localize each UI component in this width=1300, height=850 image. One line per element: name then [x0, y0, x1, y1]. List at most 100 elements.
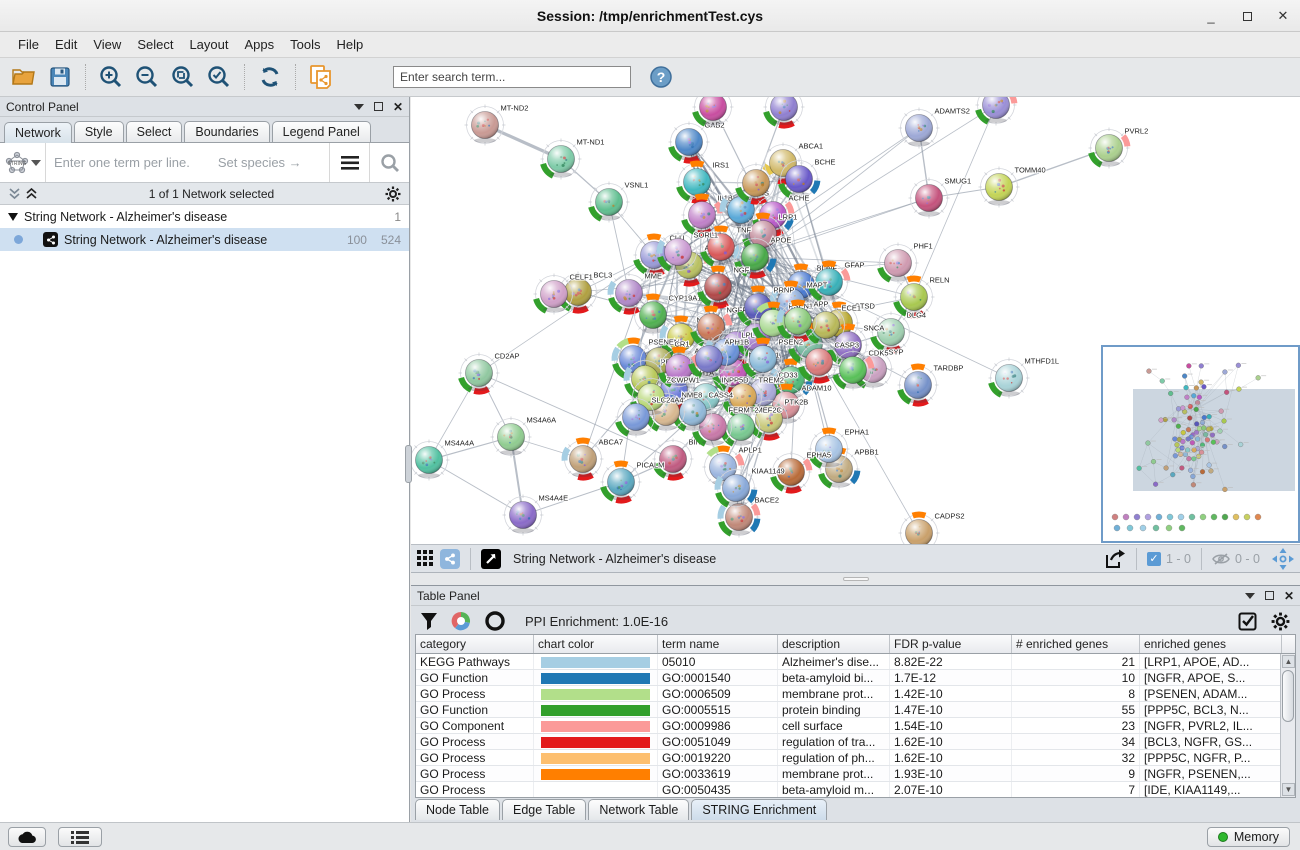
menu-view[interactable]: View [85, 34, 129, 55]
network-node-tomm40[interactable]: TOMM40 [979, 166, 1046, 208]
minimize-button[interactable]: _ [1204, 9, 1218, 23]
menu-tools[interactable]: Tools [282, 34, 328, 55]
table-float-panel-icon[interactable] [1265, 591, 1274, 600]
network-node-phf1[interactable]: PHF1 [878, 242, 933, 284]
network-node-gab2[interactable]: GAB2 [669, 121, 725, 163]
table-tab-edge-table[interactable]: Edge Table [502, 799, 586, 820]
network-row[interactable]: String Network - Alzheimer's disease 100… [0, 228, 409, 251]
network-node-lrp8[interactable]: LRP8 [976, 97, 1031, 126]
ring-chart-icon[interactable] [485, 611, 505, 631]
set-species-hint[interactable]: Set species → [218, 155, 302, 170]
network-node-cadps2[interactable]: CADPS2 [899, 512, 965, 546]
refresh-button[interactable] [254, 62, 286, 92]
collapse-all-icon[interactable] [8, 188, 21, 200]
menu-select[interactable]: Select [129, 34, 181, 55]
network-node-ms4a4e[interactable]: MS4A4E [503, 494, 569, 536]
network-node-ms4a6a[interactable]: MS4A6A [491, 416, 557, 458]
table-tab-network-table[interactable]: Network Table [588, 799, 689, 820]
table-tab-node-table[interactable]: Node Table [415, 799, 500, 820]
birdseye-toggle-button[interactable] [417, 550, 434, 567]
string-query-input[interactable]: Enter one term per line. Set species → [46, 143, 329, 182]
column-header--enriched-genes[interactable]: # enriched genes [1012, 635, 1140, 653]
network-canvas[interactable]: MT-ND2MT-ND1VSNL1GAB2NTRK2NTRK1LRP8ADAMT… [411, 97, 1300, 545]
maximize-button[interactable] [1240, 9, 1254, 23]
settings-gear-icon[interactable] [1271, 612, 1290, 631]
table-row[interactable]: KEGG Pathways05010Alzheimer's dise...8.8… [416, 654, 1295, 670]
network-node-mthfd1l[interactable]: MTHFD1L [989, 357, 1060, 399]
expand-all-icon[interactable] [25, 188, 38, 200]
network-node-adamts2[interactable]: ADAMTS2 [899, 107, 970, 149]
export-network-button[interactable] [1104, 549, 1126, 569]
task-history-button[interactable] [58, 827, 102, 847]
table-vertical-scrollbar[interactable]: ▲ ▼ [1280, 654, 1295, 797]
table-row[interactable]: GO ProcessGO:0019220regulation of ph...1… [416, 750, 1295, 766]
string-view-button[interactable] [440, 549, 460, 569]
help-button[interactable]: ? [645, 62, 677, 92]
zoom-in-button[interactable] [95, 62, 127, 92]
scrollbar-thumb[interactable] [1282, 670, 1294, 722]
tab-network[interactable]: Network [4, 122, 72, 143]
menu-apps[interactable]: Apps [237, 34, 283, 55]
network-node-ntrk2[interactable]: NTRK2 [693, 97, 754, 128]
memory-button[interactable]: Memory [1207, 827, 1290, 847]
search-input[interactable] [393, 66, 631, 88]
zoom-selected-button[interactable] [203, 62, 235, 92]
zoom-fit-button[interactable] [167, 62, 199, 92]
filter-icon[interactable] [421, 613, 437, 630]
menu-file[interactable]: File [10, 34, 47, 55]
network-node-ntrk1[interactable]: NTRK1 [764, 97, 825, 128]
network-node-vsnl1[interactable]: VSNL1 [589, 181, 649, 223]
column-header-description[interactable]: description [778, 635, 890, 653]
string-options-button[interactable] [329, 143, 369, 182]
tab-boundaries[interactable]: Boundaries [184, 121, 269, 142]
table-row[interactable]: GO ProcessGO:0051049regulation of tra...… [416, 734, 1295, 750]
network-node-mt-nd1[interactable]: MT-ND1 [541, 138, 605, 180]
network-node-tardbp[interactable]: TARDBP [898, 364, 964, 406]
clone-network-button[interactable] [305, 62, 337, 92]
menu-layout[interactable]: Layout [181, 34, 236, 55]
column-header-enriched-genes[interactable]: enriched genes [1140, 635, 1282, 653]
network-node-bin1[interactable]: BIN1 [653, 438, 706, 480]
menu-help[interactable]: Help [329, 34, 372, 55]
zoom-out-button[interactable] [131, 62, 163, 92]
tab-legend-panel[interactable]: Legend Panel [272, 121, 371, 142]
network-options-gear-icon[interactable] [385, 186, 401, 202]
navigator-button[interactable] [1272, 548, 1294, 570]
column-header-category[interactable]: category [416, 635, 534, 653]
table-row[interactable]: GO ProcessGO:0006509membrane prot...1.42… [416, 686, 1295, 702]
menu-edit[interactable]: Edit [47, 34, 85, 55]
table-panel-menu-caret-icon[interactable] [1245, 593, 1255, 599]
select-columns-icon[interactable] [1238, 612, 1257, 631]
column-header-chart-color[interactable]: chart color [534, 635, 658, 653]
network-node-smug1[interactable]: SMUG1 [909, 177, 972, 219]
table-tab-string-enrichment[interactable]: STRING Enrichment [691, 799, 827, 820]
column-header-fdr-p-value[interactable]: FDR p-value [890, 635, 1012, 653]
panel-splitter-handle[interactable] [405, 445, 412, 483]
network-collection-row[interactable]: String Network - Alzheimer's disease 1 [0, 205, 409, 228]
open-session-button[interactable] [8, 62, 40, 92]
panel-menu-caret-icon[interactable] [354, 104, 364, 110]
network-node-pvrl2[interactable]: PVRL2 [1089, 127, 1149, 169]
cloud-tasks-button[interactable] [8, 827, 46, 847]
column-header-term-name[interactable]: term name [658, 635, 778, 653]
tree-expand-caret-icon[interactable] [8, 213, 18, 221]
tab-select[interactable]: Select [126, 121, 183, 142]
detach-view-button[interactable] [481, 549, 501, 569]
close-button[interactable]: ✕ [1276, 9, 1290, 23]
save-session-button[interactable] [44, 62, 76, 92]
string-search-button[interactable] [369, 143, 409, 182]
scroll-up-icon[interactable]: ▲ [1282, 655, 1295, 668]
table-close-panel-icon[interactable]: ✕ [1284, 589, 1294, 603]
table-row[interactable]: GO FunctionGO:0001540beta-amyloid bi...1… [416, 670, 1295, 686]
birds-eye-view[interactable] [1101, 345, 1300, 543]
close-panel-icon[interactable]: ✕ [393, 100, 403, 114]
float-panel-icon[interactable] [374, 102, 383, 111]
pie-chart-icon[interactable] [451, 611, 471, 631]
table-row[interactable]: GO ComponentGO:0009986cell surface1.54E-… [416, 718, 1295, 734]
scroll-down-icon[interactable]: ▼ [1282, 783, 1295, 796]
network-node-picalm[interactable]: PICALM [601, 461, 665, 503]
network-node-ms4a4a[interactable]: MS4A4A [411, 439, 474, 481]
table-row[interactable]: GO ProcessGO:0033619membrane prot...1.93… [416, 766, 1295, 782]
string-protein-query-button[interactable]: STRING [0, 143, 46, 182]
table-row[interactable]: GO FunctionGO:0005515protein binding1.47… [416, 702, 1295, 718]
